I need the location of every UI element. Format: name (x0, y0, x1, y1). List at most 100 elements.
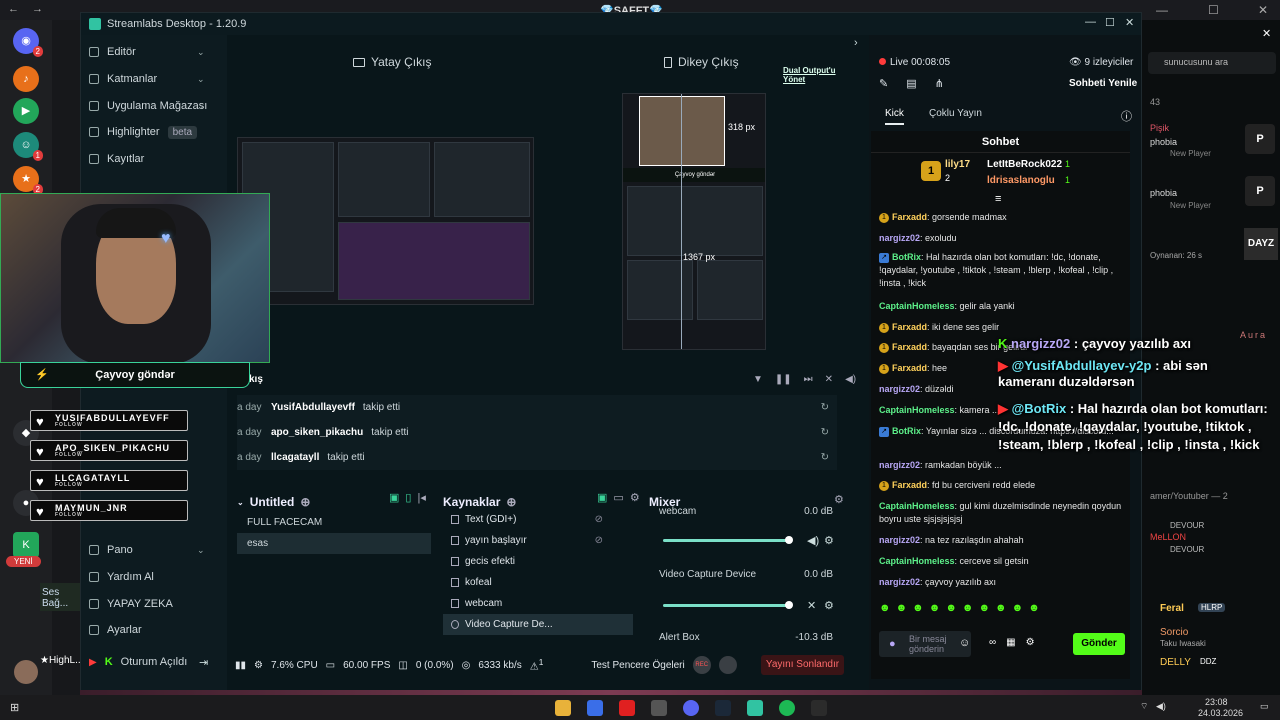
emote-icon[interactable]: ☻ (945, 602, 957, 614)
spotify-icon[interactable] (779, 700, 795, 716)
scene-item[interactable]: esas (237, 533, 431, 554)
dual-output-link[interactable]: Dual Output'u Yönet (783, 66, 854, 84)
member-name[interactable]: Feral (1160, 603, 1184, 614)
app-icon[interactable] (587, 700, 603, 716)
expand-icon[interactable]: ≡ (995, 193, 1001, 205)
chat-user[interactable]: Farxadd (892, 363, 927, 373)
server-icon[interactable]: ☺ 1 (13, 132, 43, 161)
source-item[interactable]: Text (GDI+) ⊘ (443, 509, 633, 530)
gifter-name[interactable]: ldrisaslanoglu (987, 175, 1055, 186)
discord-home-icon[interactable]: ◉ 2 (13, 28, 43, 57)
volume-slider[interactable] (663, 601, 793, 609)
emote-icon[interactable]: ☻ (879, 602, 891, 614)
netflix-icon[interactable] (619, 700, 635, 716)
member-name[interactable]: phobia (1150, 188, 1177, 198)
windows-start-icon[interactable]: ⊞ (10, 701, 19, 714)
emote-icon[interactable]: ☻ (978, 602, 990, 614)
tab-multistream[interactable]: Çoklu Yayın (929, 108, 982, 119)
chat-user[interactable]: Farxadd (892, 480, 927, 490)
member-name[interactable]: phobia (1150, 137, 1177, 147)
gifter-name[interactable]: lily17 (945, 159, 970, 170)
group-icon[interactable]: ▣ (597, 491, 607, 504)
emote-icon[interactable]: ☻ (912, 602, 924, 614)
repeat-icon[interactable]: ↻ (821, 452, 829, 463)
scene-item[interactable]: FULL FACECAM (237, 512, 431, 533)
forward-arrow-icon[interactable]: → (32, 3, 43, 15)
send-button[interactable]: Gönder (1073, 633, 1125, 655)
source-item[interactable]: kofeal (443, 572, 633, 593)
emoji-icon[interactable]: ☺ (959, 637, 970, 649)
source-item[interactable]: gecis efekti (443, 551, 633, 572)
repeat-icon[interactable]: ↻ (821, 402, 829, 413)
nav-item-layers[interactable]: Katmanlar ⌄ (89, 68, 209, 90)
volume-icon[interactable]: ◀) (845, 374, 856, 385)
emote-icon[interactable]: ☻ (962, 602, 974, 614)
nav-item-settings[interactable]: Ayarlar (89, 619, 142, 641)
gear-icon[interactable]: ⚙ (824, 534, 834, 547)
volume-icon[interactable]: ◀) (1156, 701, 1166, 712)
horizontal-canvas[interactable] (237, 137, 534, 305)
mute-alerts-icon[interactable]: ✕ (825, 374, 833, 385)
mic-icon[interactable]: ● (889, 638, 896, 650)
kick-icon[interactable]: K (13, 532, 39, 558)
chat-user[interactable]: Farxadd (892, 342, 927, 352)
emote-icon[interactable]: ☻ (995, 602, 1007, 614)
chat-user[interactable]: nargizz02 (879, 577, 920, 587)
wifi-icon[interactable]: ⌔ (1140, 701, 1148, 712)
chat-user[interactable]: BotRix (892, 252, 921, 262)
maximize-icon[interactable]: ☐ (1105, 16, 1115, 29)
gear-icon[interactable]: ⚙ (1026, 637, 1035, 648)
vertical-monitor-icon[interactable]: ▯ (405, 491, 411, 504)
nav-item-app-store[interactable]: Uygulama Mağazası ⌄ (89, 95, 209, 117)
warning-icon[interactable]: ⚠1 (530, 657, 544, 672)
server-icon[interactable]: ★ 2 (13, 166, 43, 195)
muted-icon[interactable]: ✕ (807, 599, 816, 612)
chat-user[interactable]: nargizz02 (879, 460, 920, 470)
member-name[interactable]: Sorcio (1160, 627, 1188, 638)
chat-user[interactable]: nargizz02 (879, 384, 920, 394)
chat-user[interactable]: CaptainHomeless (879, 556, 955, 566)
source-item[interactable]: webcam (443, 593, 633, 614)
scene-collection-name[interactable]: Untitled (250, 495, 295, 509)
selected-webcam-source[interactable] (639, 96, 725, 166)
emote-icon[interactable]: ☻ (1028, 602, 1040, 614)
emote-icon[interactable]: ☻ (1012, 602, 1024, 614)
emote-icon[interactable]: ☻ (929, 602, 941, 614)
nav-item-help[interactable]: Yardım Al (89, 566, 154, 588)
nav-item-highlighter[interactable]: Highlighter beta (89, 121, 198, 143)
member-name[interactable]: DELLY (1160, 657, 1191, 668)
file-explorer-icon[interactable] (555, 700, 571, 716)
source-item[interactable]: Video Capture De... (443, 614, 633, 635)
close-icon[interactable]: ✕ (1125, 16, 1134, 29)
skip-icon[interactable]: ⏭ (804, 374, 813, 385)
reload-chat-button[interactable]: Sohbeti Yenile (1069, 78, 1137, 89)
info-icon[interactable]: ⓘ (1121, 108, 1132, 124)
gear-icon[interactable]: ⚙ (824, 599, 834, 612)
streamlabs-icon[interactable] (747, 700, 763, 716)
end-stream-button[interactable]: Yayını Sonlandır (761, 655, 844, 675)
logout-icon[interactable]: ⇥ (199, 656, 208, 669)
slider-knob[interactable] (785, 601, 793, 609)
monitor-icon[interactable]: ▣ (389, 491, 399, 504)
store-icon[interactable]: ▦ (1006, 637, 1015, 648)
chevron-down-icon[interactable]: ⌄ (237, 498, 244, 507)
volume-icon[interactable]: ◀) (807, 534, 819, 547)
share-icon[interactable]: ⋔ (935, 77, 944, 90)
emote-icon[interactable]: ☻ (896, 602, 908, 614)
login-status[interactable]: ▶ K Oturum Açıldı ⇥ (89, 651, 219, 673)
nav-item-ai[interactable]: YAPAY ZEKA (89, 593, 173, 615)
chat-user[interactable]: CaptainHomeless (879, 405, 955, 415)
schedule-icon[interactable] (718, 656, 737, 674)
stats-icon[interactable]: ▮▮ (235, 660, 246, 671)
chat-user[interactable]: BotRix (892, 426, 921, 436)
slider-knob[interactable] (785, 536, 793, 544)
eye-hidden-icon[interactable]: ⊘ (595, 530, 603, 551)
gear-icon[interactable]: ⚙ (834, 493, 844, 506)
pause-icon[interactable]: ❚❚ (775, 374, 792, 385)
nav-item-dashboard[interactable]: Pano ⌄ (89, 539, 209, 561)
discord-icon[interactable] (683, 700, 699, 716)
chat-user[interactable]: nargizz02 (879, 233, 920, 243)
chat-user[interactable]: Farxadd (892, 322, 927, 332)
users-icon[interactable]: ∞ (989, 637, 996, 648)
steam-icon[interactable] (715, 700, 731, 716)
